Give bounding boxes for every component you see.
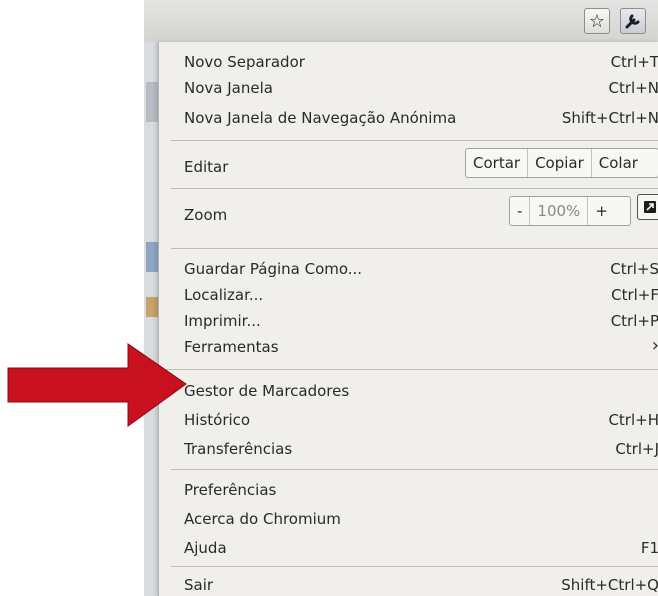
menu-separator [171,188,658,189]
copy-button[interactable]: Copiar [527,149,591,177]
menu-separator [171,566,658,567]
menu-item-shortcut: Ctrl+F [611,286,658,304]
zoom-control-group: - 100% + [509,196,631,226]
red-arrow-annotation [7,343,187,427]
zoom-level-value: 100% [529,197,587,225]
fullscreen-icon [644,201,656,213]
menu-item-tools[interactable]: Ferramentas › [159,334,658,360]
menu-item-help[interactable]: Ajuda F1 [159,535,658,561]
menu-item-label: Nova Janela de Navegação Anónima [184,109,457,127]
menu-item-shortcut: Ctrl+J [615,440,658,458]
menu-item-label: Preferências [184,481,277,499]
menu-item-new-window[interactable]: Nova Janela Ctrl+N [159,75,658,101]
menu-item-label: Sair [184,576,214,594]
menu-item-label: Nova Janela [184,79,273,97]
menu-item-shortcut: Ctrl+T [610,53,658,71]
menu-item-label: Ajuda [184,539,227,557]
menu-separator [159,369,658,370]
bookmark-star-button[interactable]: ☆ [584,8,610,34]
browser-toolbar: ☆ [144,0,658,43]
chevron-right-icon: › [652,335,658,356]
menu-item-preferences[interactable]: Preferências [159,477,658,503]
menu-item-history[interactable]: Histórico Ctrl+H [159,407,658,433]
menu-item-label: Acerca do Chromium [184,510,341,528]
menu-item-shortcut: Ctrl+S [610,260,658,278]
menu-separator [171,469,658,470]
menu-item-exit[interactable]: Sair Shift+Ctrl+Q [159,572,658,596]
menu-item-shortcut: Ctrl+N [608,79,658,97]
menu-item-label: Editar [184,158,229,176]
menu-separator [171,140,658,141]
menu-item-find[interactable]: Localizar... Ctrl+F [159,282,658,308]
star-icon: ☆ [588,10,606,32]
edit-button-group: Cortar Copiar Colar [465,148,658,178]
menu-item-shortcut: Ctrl+H [608,411,658,429]
menu-item-label: Ferramentas [184,338,279,356]
menu-item-label: Guardar Página Como... [184,260,363,278]
menu-item-incognito-window[interactable]: Nova Janela de Navegação Anónima Shift+C… [159,105,658,131]
paste-button[interactable]: Colar [590,149,645,177]
menu-item-bookmark-manager[interactable]: Gestor de Marcadores [159,378,658,404]
cut-button[interactable]: Cortar [466,149,527,177]
fullscreen-button[interactable] [637,194,658,220]
menu-item-save-page[interactable]: Guardar Página Como... Ctrl+S [159,256,658,282]
chrome-main-menu: Novo Separador Ctrl+T Nova Janela Ctrl+N… [158,42,658,596]
menu-item-shortcut: Shift+Ctrl+N [561,109,658,127]
menu-item-shortcut: Shift+Ctrl+Q [561,576,658,594]
menu-item-about[interactable]: Acerca do Chromium [159,506,658,532]
browser-screenshot: ☆ Novo Separador Ctrl+T Nova Janela Ctrl… [144,0,658,596]
menu-item-label: Novo Separador [184,53,305,71]
zoom-in-button[interactable]: + [587,197,615,225]
menu-item-label: Transferências [184,440,293,458]
menu-item-label: Imprimir... [184,312,261,330]
wrench-icon [625,14,640,29]
menu-item-downloads[interactable]: Transferências Ctrl+J [159,436,658,462]
zoom-out-button[interactable]: - [510,197,529,225]
menu-item-print[interactable]: Imprimir... Ctrl+P [159,308,658,334]
menu-separator [171,248,658,249]
menu-item-shortcut: Ctrl+P [610,312,658,330]
menu-item-shortcut: F1 [640,539,658,557]
menu-item-label: Gestor de Marcadores [184,382,350,400]
menu-item-label: Localizar... [184,286,264,304]
wrench-menu-button[interactable] [620,8,646,34]
menu-item-label: Histórico [184,411,251,429]
menu-item-new-tab[interactable]: Novo Separador Ctrl+T [159,49,658,75]
menu-item-label: Zoom [184,206,228,224]
